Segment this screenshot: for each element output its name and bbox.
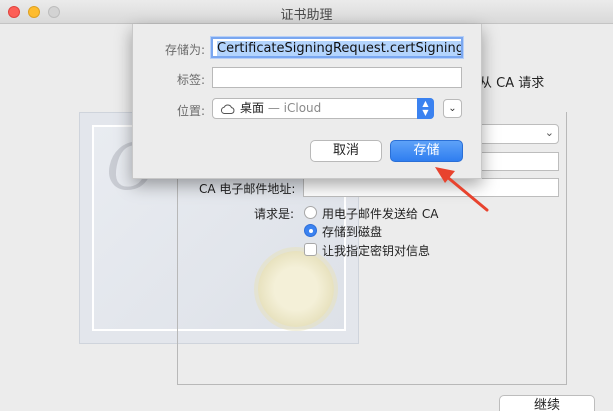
- annotation-arrow-icon: [435, 167, 489, 212]
